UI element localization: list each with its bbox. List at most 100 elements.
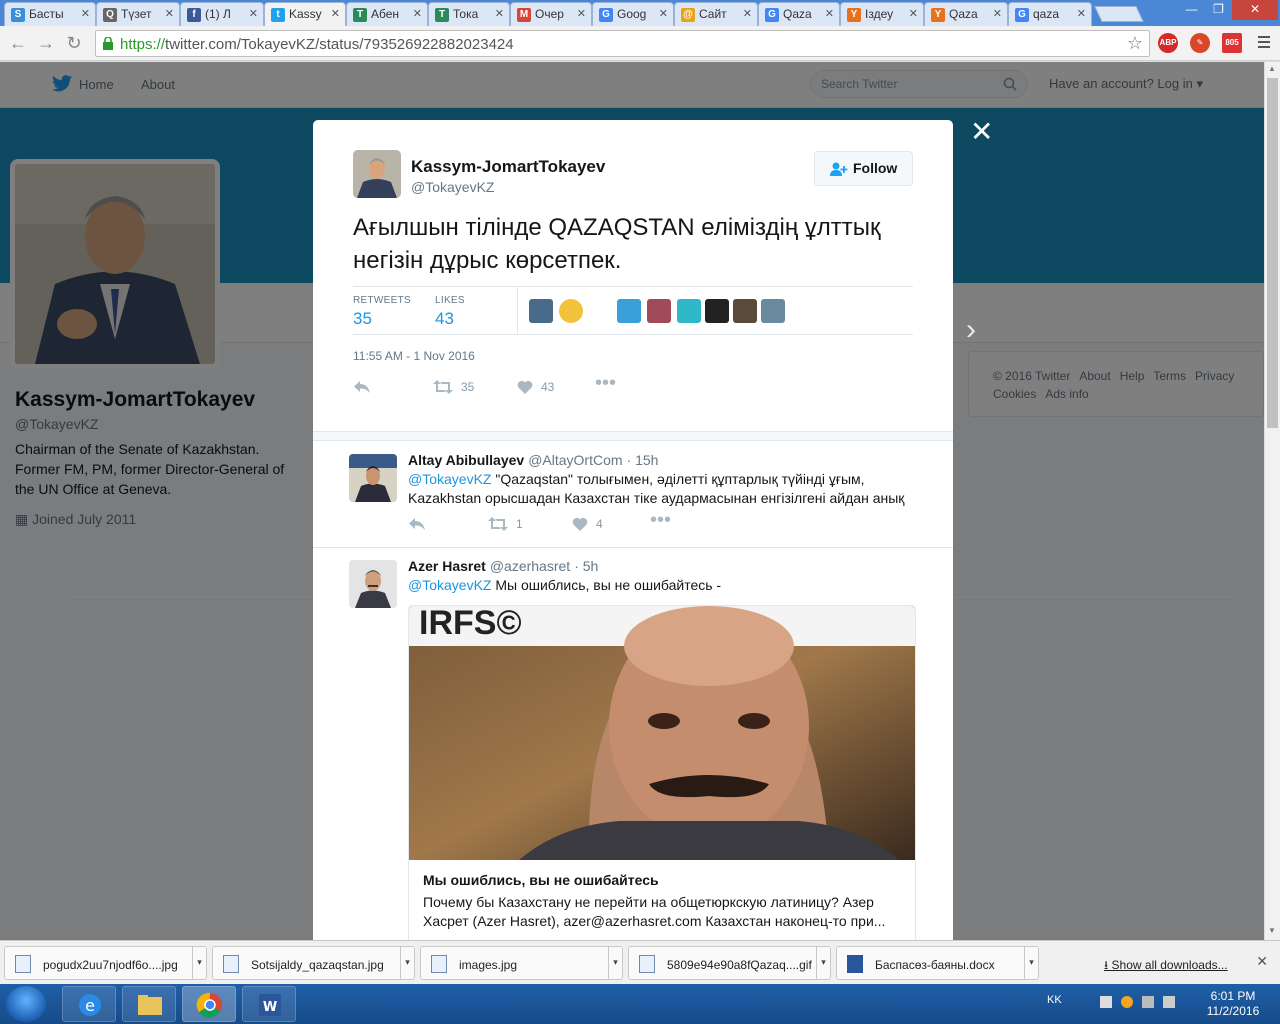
tab-close-icon[interactable]: ✕ bbox=[413, 7, 422, 20]
download-menu-arrow-icon[interactable]: ▾ bbox=[400, 947, 414, 979]
likes-stat[interactable]: LIKES 43 bbox=[435, 295, 465, 329]
tab-close-icon[interactable]: ✕ bbox=[825, 7, 834, 20]
download-item[interactable]: Sotsijaldy_qazaqstan.jpg ▾ bbox=[212, 946, 415, 980]
browser-tab[interactable]: Q Түзет ✕ bbox=[96, 2, 180, 26]
tab-close-icon[interactable]: ✕ bbox=[993, 7, 1002, 20]
browser-tab-active[interactable]: t Kassy ✕ bbox=[264, 2, 346, 26]
browser-tab[interactable]: f (1) Л ✕ bbox=[180, 2, 264, 26]
download-item[interactable]: 5809e94e90a8fQazaq....gif ▾ bbox=[628, 946, 831, 980]
browser-tab[interactable]: G Qaza ✕ bbox=[758, 2, 840, 26]
tab-close-icon[interactable]: ✕ bbox=[81, 7, 90, 20]
window-close-icon[interactable]: ✕ bbox=[1232, 0, 1278, 20]
tab-close-icon[interactable]: ✕ bbox=[909, 7, 918, 20]
reply-author-name[interactable]: Altay Abibullayev bbox=[408, 452, 524, 468]
downloads-close-icon[interactable]: ✕ bbox=[1256, 953, 1268, 970]
retweets-stat[interactable]: RETWEETS 35 bbox=[353, 295, 411, 329]
retweet-icon[interactable]: 1 bbox=[488, 517, 523, 531]
show-all-downloads-link[interactable]: ⭳ Show all downloads... bbox=[1104, 956, 1228, 977]
tweet-author-name[interactable]: Kassym-JomartTokayev bbox=[411, 157, 605, 177]
volume-icon[interactable] bbox=[1163, 996, 1175, 1008]
mail-checker-icon[interactable]: 805 bbox=[1222, 33, 1242, 53]
network-icon[interactable] bbox=[1142, 996, 1154, 1008]
browser-tab[interactable]: @ Сайт ✕ bbox=[674, 2, 758, 26]
extension-icon[interactable]: ✎ bbox=[1190, 33, 1210, 53]
tweet-timestamp[interactable]: 11:55 AM - 1 Nov 2016 bbox=[353, 349, 475, 363]
browser-tab[interactable]: G Goog ✕ bbox=[592, 2, 674, 26]
browser-tab[interactable]: T Абен ✕ bbox=[346, 2, 428, 26]
language-indicator[interactable]: KK bbox=[1047, 994, 1062, 1006]
adblock-icon[interactable]: ABP bbox=[1158, 33, 1178, 53]
back-arrow-icon[interactable]: ← bbox=[8, 33, 28, 54]
like-icon[interactable]: 43 bbox=[517, 380, 554, 394]
reply-avatar[interactable] bbox=[349, 454, 397, 502]
forward-arrow-icon[interactable]: → bbox=[36, 33, 56, 54]
reply-author-name[interactable]: Azer Hasret bbox=[408, 558, 486, 574]
reply-icon[interactable] bbox=[408, 517, 426, 531]
modal-close-icon[interactable]: ✕ bbox=[970, 118, 993, 146]
mention-link[interactable]: @TokayevKZ bbox=[408, 577, 491, 593]
tray-app-icon[interactable] bbox=[1121, 996, 1133, 1008]
system-clock[interactable]: 6:01 PM 11/2/2016 bbox=[1200, 989, 1266, 1019]
download-menu-arrow-icon[interactable]: ▾ bbox=[608, 947, 622, 979]
liker-avatar[interactable] bbox=[559, 299, 583, 323]
reply-time[interactable]: · 5h bbox=[574, 558, 598, 574]
download-item[interactable]: Баспасөз-баяны.docx ▾ bbox=[836, 946, 1039, 980]
liker-avatar[interactable] bbox=[705, 299, 729, 323]
more-options-icon[interactable]: ••• bbox=[650, 509, 671, 532]
minimize-icon[interactable]: — bbox=[1178, 0, 1205, 20]
scroll-up-arrow-icon[interactable]: ▲ bbox=[1268, 64, 1276, 73]
chrome-icon[interactable] bbox=[182, 986, 236, 1022]
bookmark-star-icon[interactable]: ☆ bbox=[1127, 33, 1143, 54]
maximize-icon[interactable]: ❐ bbox=[1205, 0, 1232, 20]
file-explorer-icon[interactable] bbox=[122, 986, 176, 1022]
tab-close-icon[interactable]: ✕ bbox=[165, 7, 174, 20]
download-menu-arrow-icon[interactable]: ▾ bbox=[192, 947, 206, 979]
tab-close-icon[interactable]: ✕ bbox=[495, 7, 504, 20]
liker-avatar[interactable] bbox=[761, 299, 785, 323]
download-item[interactable]: images.jpg ▾ bbox=[420, 946, 623, 980]
tweet-author-handle[interactable]: @TokayevKZ bbox=[411, 179, 494, 195]
reload-icon[interactable]: ↻ bbox=[64, 33, 84, 54]
tweet-author-avatar[interactable] bbox=[353, 150, 401, 198]
liker-avatar[interactable] bbox=[677, 299, 701, 323]
liker-avatar[interactable] bbox=[617, 299, 641, 323]
more-options-icon[interactable]: ••• bbox=[595, 372, 616, 395]
page-scrollbar[interactable]: ▲ ▼ bbox=[1264, 62, 1280, 940]
internet-explorer-icon[interactable]: e bbox=[62, 986, 116, 1022]
browser-tab[interactable]: M Очер ✕ bbox=[510, 2, 592, 26]
browser-tab[interactable]: S Басты ✕ bbox=[4, 2, 96, 26]
new-tab-button[interactable] bbox=[1094, 6, 1144, 22]
action-center-icon[interactable] bbox=[1100, 996, 1112, 1008]
reply-tweet[interactable]: Altay Abibullayev @AltayOrtCom · 15h @Toka… bbox=[313, 442, 953, 548]
scroll-down-arrow-icon[interactable]: ▼ bbox=[1268, 926, 1276, 935]
link-preview-card[interactable]: IRFS© Мы ошиблись, вы не ошибайтесь Поче… bbox=[408, 605, 916, 940]
browser-tab[interactable]: Gqaza ✕ bbox=[1008, 2, 1092, 26]
liker-avatar[interactable] bbox=[529, 299, 553, 323]
tab-close-icon[interactable]: ✕ bbox=[331, 7, 340, 20]
liker-avatar[interactable] bbox=[647, 299, 671, 323]
word-icon[interactable]: W bbox=[242, 986, 296, 1022]
reply-icon[interactable] bbox=[353, 380, 371, 394]
tab-close-icon[interactable]: ✕ bbox=[249, 7, 258, 20]
windows-start-icon[interactable] bbox=[6, 986, 46, 1022]
tab-close-icon[interactable]: ✕ bbox=[1077, 7, 1086, 20]
address-bar[interactable]: https://twitter.com/TokayevKZ/status/793… bbox=[95, 30, 1150, 57]
tab-close-icon[interactable]: ✕ bbox=[743, 7, 752, 20]
liker-avatar[interactable] bbox=[733, 299, 757, 323]
mention-link[interactable]: @TokayevKZ bbox=[408, 471, 491, 487]
follow-button[interactable]: Follow bbox=[814, 151, 913, 186]
download-item[interactable]: pogudx2uu7njodf6o....jpg ▾ bbox=[4, 946, 207, 980]
reply-author-handle[interactable]: @AltayOrtCom bbox=[528, 452, 622, 468]
browser-tab[interactable]: T Тока ✕ bbox=[428, 2, 510, 26]
browser-tab[interactable]: Y Qaza ✕ bbox=[924, 2, 1008, 26]
scrollbar-thumb[interactable] bbox=[1267, 78, 1278, 428]
reply-avatar[interactable] bbox=[349, 560, 397, 608]
like-icon[interactable]: 4 bbox=[572, 517, 603, 531]
tab-close-icon[interactable]: ✕ bbox=[659, 7, 668, 20]
download-menu-arrow-icon[interactable]: ▾ bbox=[1024, 947, 1038, 979]
chrome-menu-icon[interactable] bbox=[1258, 36, 1270, 51]
download-menu-arrow-icon[interactable]: ▾ bbox=[816, 947, 830, 979]
next-tweet-chevron-icon[interactable]: › bbox=[966, 313, 976, 347]
reply-time[interactable]: · 15h bbox=[627, 452, 659, 468]
tab-close-icon[interactable]: ✕ bbox=[577, 7, 586, 20]
